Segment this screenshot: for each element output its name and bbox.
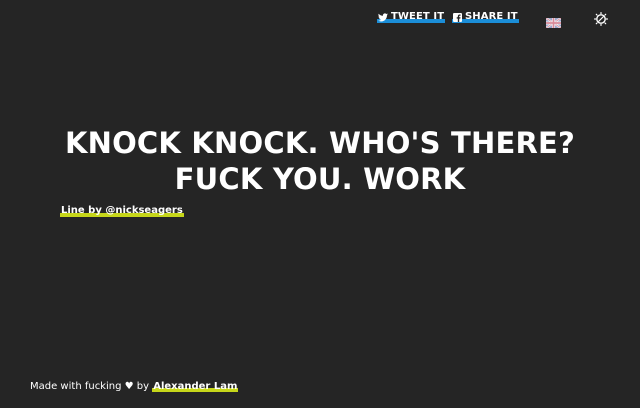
uk-flag-icon[interactable]: [545, 13, 562, 29]
share-it-label: SHARE IT: [465, 11, 518, 22]
footer-prefix: Made with fucking ♥ by: [30, 381, 153, 392]
top-bar: TWEET IT SHARE IT: [0, 10, 640, 29]
tweet-it-link[interactable]: TWEET IT: [377, 11, 446, 23]
message-line-1: KNOCK KNOCK. WHO'S THERE?: [64, 126, 576, 160]
tweet-it-label: TWEET IT: [391, 11, 445, 22]
facebook-icon: [453, 12, 462, 22]
theme-toggle-icon[interactable]: [594, 11, 608, 26]
twitter-bird-icon: [378, 12, 388, 22]
footer: Made with fucking ♥ by Alexander Lam: [30, 381, 239, 393]
share-it-link[interactable]: SHARE IT: [452, 11, 519, 23]
author-link[interactable]: Alexander Lam: [152, 381, 239, 392]
main-message: KNOCK KNOCK. WHO'S THERE? FUCK YOU. WORK: [0, 125, 640, 197]
line-credit-link[interactable]: Line by @nickseagers: [60, 205, 184, 217]
page: TWEET IT SHARE IT KNOCK KNOCK. WHO'S THE…: [0, 0, 640, 408]
message-line-2: FUCK YOU. WORK: [174, 162, 466, 196]
